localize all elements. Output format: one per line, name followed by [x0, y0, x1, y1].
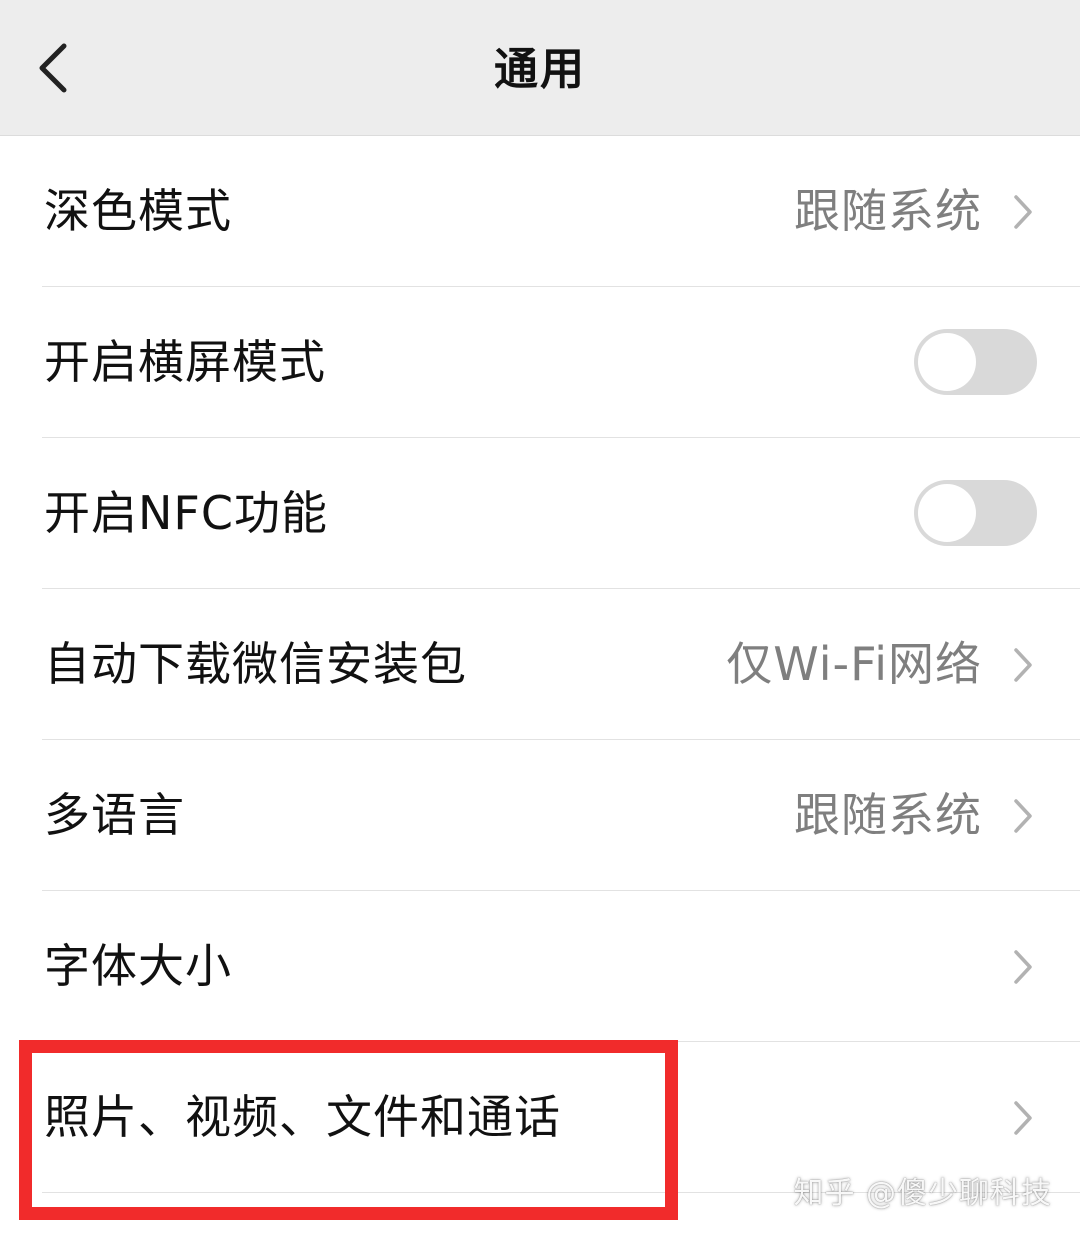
setting-row-nfc: 开启NFC功能 [0, 438, 1080, 589]
setting-row-auto-download[interactable]: 自动下载微信安装包 仅Wi-Fi网络 [0, 589, 1080, 740]
toggle-knob [918, 484, 976, 542]
setting-row-language[interactable]: 多语言 跟随系统 [0, 740, 1080, 891]
chevron-right-icon [1014, 1101, 1032, 1135]
watermark: 知乎 @傻少聊科技 [793, 1176, 1052, 1211]
setting-value: 仅Wi-Fi网络 [726, 637, 982, 691]
setting-label: 多语言 [44, 788, 185, 842]
chevron-right-icon [1014, 195, 1032, 229]
setting-label: 字体大小 [44, 939, 232, 993]
setting-row-font-size[interactable]: 字体大小 [0, 891, 1080, 1042]
setting-value: 跟随系统 [794, 184, 982, 238]
chevron-right-icon [1014, 799, 1032, 833]
nav-bar: 通用 [0, 0, 1080, 136]
toggle-knob [918, 333, 976, 391]
setting-value: 跟随系统 [794, 788, 982, 842]
settings-list: 深色模式 跟随系统 开启横屏模式 开启NFC功能 自动下载微信安装包 仅Wi-F… [0, 136, 1080, 1193]
setting-label: 开启横屏模式 [44, 335, 326, 389]
landscape-mode-toggle[interactable] [914, 329, 1037, 395]
chevron-right-icon [1014, 950, 1032, 984]
setting-label: 自动下载微信安装包 [44, 637, 467, 691]
page-title: 通用 [494, 44, 586, 95]
setting-label: 深色模式 [44, 184, 232, 238]
setting-label: 开启NFC功能 [44, 486, 328, 540]
setting-row-landscape-mode: 开启横屏模式 [0, 287, 1080, 438]
chevron-right-icon [1014, 648, 1032, 682]
setting-row-dark-mode[interactable]: 深色模式 跟随系统 [0, 136, 1080, 287]
nfc-toggle[interactable] [914, 480, 1037, 546]
setting-label: 照片、视频、文件和通话 [44, 1090, 561, 1144]
